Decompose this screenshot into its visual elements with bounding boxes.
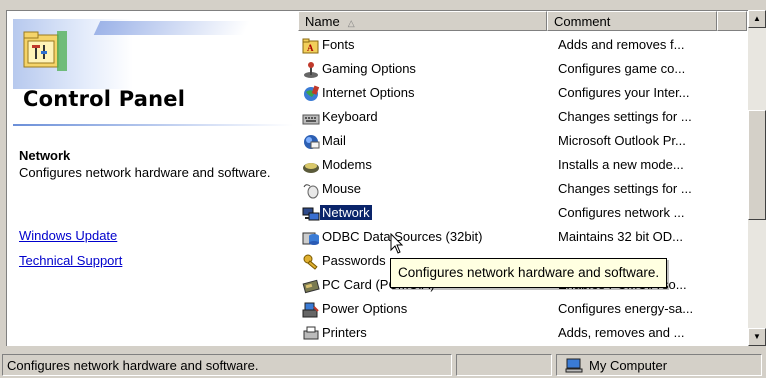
selected-item-description: Configures network hardware and software… [19,165,271,180]
list-item-comment: Maintains 32 bit OD... [558,229,683,244]
list-item-name: Network [320,205,372,220]
windows-update-link[interactable]: Windows Update [19,228,117,243]
svg-text:A: A [307,43,314,53]
list-item-name: Passwords [322,253,386,268]
list-item-name: Gaming Options [322,61,416,76]
vertical-scrollbar[interactable]: ▲ ▼ [748,10,766,346]
list-item[interactable]: Mouse Changes settings for ... [298,177,747,201]
list-item-comment: Configures network ... [558,205,685,220]
title-divider [13,124,293,126]
column-header-name[interactable]: Name △ [298,11,547,31]
sort-ascending-icon: △ [347,18,355,28]
list-item[interactable]: Modems Installs a new mode... [298,153,747,177]
modem-icon [303,163,319,173]
pc-card-icon [302,279,320,294]
selected-item-title: Network [19,148,71,163]
list-item-name: Power Options [322,301,408,316]
list-item[interactable]: ODBC Data Sources (32bit) Maintains 32 b… [298,225,747,249]
list-item[interactable]: Keyboard Changes settings for ... [298,105,747,129]
list-item-name: Mail [322,133,346,148]
list-item-comment: Configures energy-sa... [558,301,694,316]
list-item[interactable]: Printers Adds, removes and ... [298,321,747,345]
list-item-comment: Adds, removes and ... [558,325,685,340]
item-tooltip: Configures network hardware and software… [390,258,668,288]
my-computer-icon [565,358,583,373]
column-header-name-label: Name [305,14,340,29]
control-panel-folder-icon [23,31,67,71]
list-item-comment: Installs a new mode... [558,157,684,172]
list-item-comment: Adds and removes f... [558,37,685,52]
column-header-comment[interactable]: Comment [547,11,717,31]
list-item-selected[interactable]: Network Configures network ... [298,201,747,225]
status-bar-text: Configures network hardware and software… [2,354,452,376]
mouse-pointer-icon [390,233,404,254]
list-item-name: Internet Options [322,85,415,100]
list-item[interactable]: Internet Options Configures your Inter..… [298,81,747,105]
list-item-name: Printers [322,325,367,340]
network-icon [302,207,320,221]
list-item-name: Modems [322,157,372,172]
scroll-down-arrow-icon: ▼ [753,332,761,341]
odbc-icon [302,232,319,245]
internet-globe-icon [304,85,320,101]
scroll-down-button[interactable]: ▼ [748,328,766,346]
list-item-comment: Configures game co... [558,61,686,76]
page-title: Control Panel [23,87,186,111]
passwords-key-icon [303,254,318,270]
list-item[interactable]: Gaming Options Configures game co... [298,57,747,81]
technical-support-link[interactable]: Technical Support [19,253,122,268]
list-item[interactable]: Mail Microsoft Outlook Pr... [298,129,747,153]
status-bar-empty-pane [456,354,552,376]
fonts-folder-icon: A [302,38,319,54]
list-item-comment: Configures your Inter... [558,85,690,100]
status-bar-zone-label: My Computer [589,358,668,373]
control-panel-window: Control Panel Network Configures network… [0,0,766,378]
joystick-icon [304,62,318,78]
scrollbar-thumb[interactable] [748,110,766,220]
column-header-comment-label: Comment [554,14,611,29]
mail-icon [304,135,320,149]
list-item[interactable]: Power Options Configures energy-sa... [298,297,747,321]
column-header-filler [717,11,747,31]
status-bar-zone: My Computer [556,354,762,376]
printers-icon [303,326,319,340]
scroll-up-button[interactable]: ▲ [748,10,766,28]
list-item-comment: Changes settings for ... [558,181,692,196]
list-item[interactable]: A Fonts Adds and removes f... [298,33,747,57]
banner: Control Panel [7,11,298,123]
items-list-view: Name △ Comment A Fonts Adds and removes f… [298,10,766,346]
banner-streak [93,21,251,35]
power-options-icon [302,302,319,318]
web-view-pane: Control Panel Network Configures network… [6,10,298,346]
scroll-up-arrow-icon: ▲ [753,14,761,23]
list-item-name: Fonts [322,37,355,52]
list-item-name: Mouse [322,181,362,196]
list-item-comment: Microsoft Outlook Pr... [558,133,686,148]
list-item-name: Keyboard [322,109,378,124]
keyboard-icon [302,114,320,125]
mouse-icon [303,184,319,199]
status-bar: Configures network hardware and software… [0,350,766,378]
list-item-comment: Changes settings for ... [558,109,692,124]
